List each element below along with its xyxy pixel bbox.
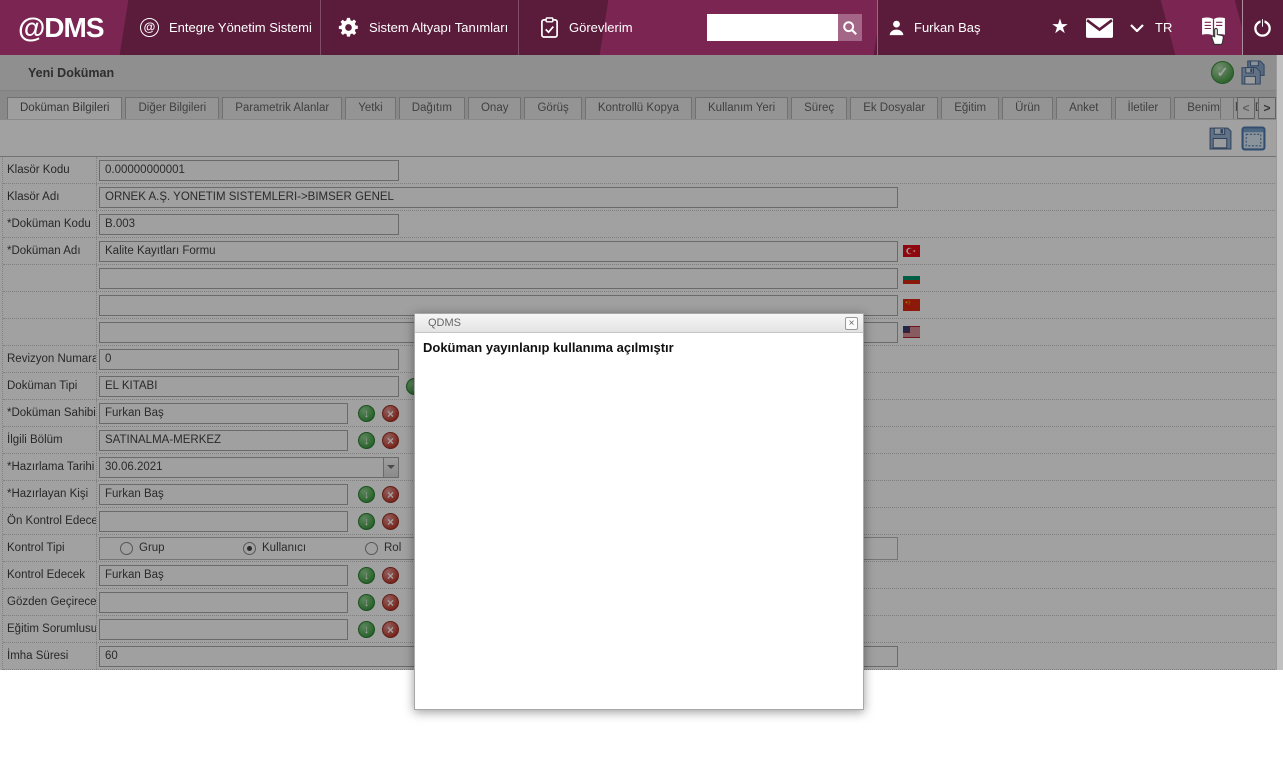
user-menu[interactable]: Furkan Baş (888, 0, 980, 55)
menu-label: Entegre Yönetim Sistemi (169, 20, 312, 35)
scrollbar-gutter[interactable] (1276, 55, 1283, 670)
user-icon (888, 19, 905, 36)
logout-button[interactable] (1252, 0, 1273, 55)
page-content: Yeni Doküman ✓ Doküman Bilgileri Diğer B… (0, 55, 1283, 710)
user-name: Furkan Baş (914, 20, 981, 35)
dialog-title: QDMS (428, 317, 461, 329)
mouse-cursor (1208, 26, 1226, 52)
chevron-down-icon (1130, 23, 1144, 33)
menu-item-entegre-yonetim-sistemi[interactable]: @ Entegre Yönetim Sistemi (140, 0, 312, 55)
integrated-system-icon: @ (140, 18, 159, 37)
menu-divider (518, 0, 519, 55)
search-input[interactable] (707, 14, 838, 41)
star-icon: ★ (1051, 16, 1069, 38)
search-button[interactable] (838, 14, 862, 41)
menu-label: Görevlerim (569, 20, 633, 35)
dialog-title-bar[interactable]: QDMS × (415, 314, 863, 333)
qdms-app: @DMS @ Entegre Yönetim Sistemi Sistem Al… (0, 0, 1283, 771)
power-icon (1252, 17, 1273, 38)
menu-divider (320, 0, 321, 55)
qdms-message-dialog: QDMS × Doküman yayınlanıp kullanıma açıl… (414, 313, 864, 710)
menu-label: Sistem Altyapı Tanımları (369, 20, 509, 35)
favorites-button[interactable]: ★ (1051, 0, 1069, 55)
envelope-icon (1086, 17, 1113, 38)
qdms-logo-text: @DMS (18, 11, 105, 43)
language-dropdown[interactable]: TR (1130, 0, 1172, 55)
dialog-message: Doküman yayınlanıp kullanıma açılmıştır (423, 340, 674, 355)
messages-button[interactable] (1086, 0, 1113, 55)
search-icon (842, 20, 858, 36)
clipboard-icon (540, 17, 559, 38)
dialog-close-button[interactable]: × (845, 317, 858, 330)
gear-icon (338, 17, 359, 38)
menu-item-gorevlerim[interactable]: Görevlerim (540, 0, 633, 55)
dialog-body: Doküman yayınlanıp kullanıma açılmıştır (415, 333, 863, 362)
language-label: TR (1155, 20, 1173, 35)
menu-item-sistem-altyapi-tanimlari[interactable]: Sistem Altyapı Tanımları (338, 0, 508, 55)
qdms-logo[interactable]: @DMS (18, 0, 105, 55)
top-navbar: @DMS @ Entegre Yönetim Sistemi Sistem Al… (0, 0, 1283, 55)
